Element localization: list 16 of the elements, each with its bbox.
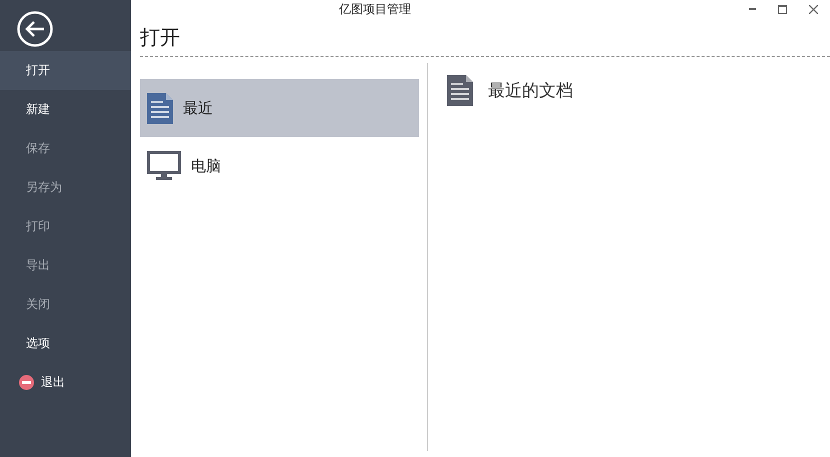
- location-item[interactable]: 最近: [140, 79, 419, 137]
- monitor-icon: [147, 151, 181, 181]
- back-icon[interactable]: [17, 11, 53, 47]
- sidebar-item[interactable]: 新建: [0, 90, 131, 129]
- close-icon[interactable]: [809, 4, 818, 14]
- sidebar-item[interactable]: 打开: [0, 51, 131, 90]
- location-item[interactable]: 电脑: [140, 137, 419, 195]
- document-icon: [447, 75, 473, 106]
- sidebar-item[interactable]: 退出: [0, 363, 131, 402]
- page-title: 打开: [140, 24, 830, 57]
- document-icon: [147, 92, 173, 124]
- stop-icon: [19, 375, 34, 390]
- window-title: 亿图项目管理: [339, 0, 411, 18]
- maximize-icon[interactable]: [778, 4, 787, 14]
- sidebar-item[interactable]: 选项: [0, 324, 131, 363]
- section-title: 最近的文档: [488, 80, 573, 102]
